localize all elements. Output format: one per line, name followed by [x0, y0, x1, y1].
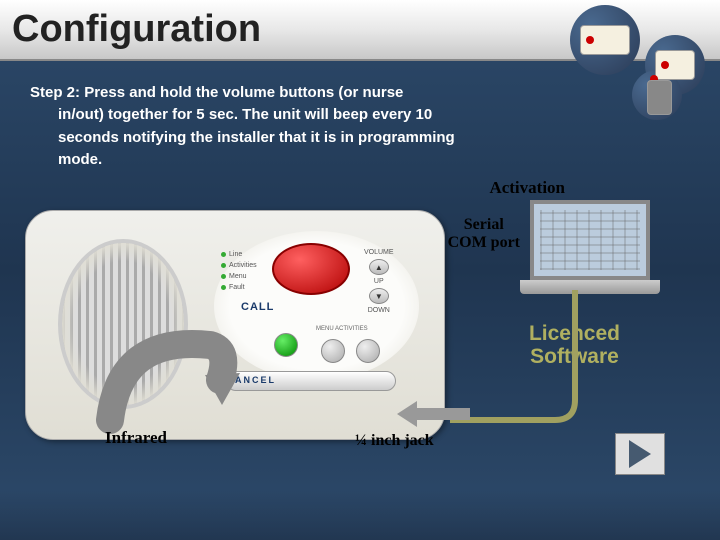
menu-button	[321, 339, 345, 363]
activities-button	[356, 339, 380, 363]
step-body-1: Press and hold the volume buttons (or nu…	[84, 84, 403, 101]
label-infrared: Infrared	[105, 428, 167, 448]
led-menu: Menu	[221, 271, 257, 282]
play-button[interactable]	[615, 433, 665, 475]
thumbnail-device-2	[655, 50, 695, 80]
step-instruction: Step 2: Press and hold the volume button…	[30, 83, 630, 170]
label-quarter-inch-jack: ¼ inch jack	[355, 432, 434, 450]
green-button	[274, 333, 298, 357]
led-indicators: Line Activities Menu Fault	[221, 249, 257, 293]
footer-gradient	[0, 490, 720, 540]
call-button	[272, 243, 350, 295]
volume-up-label: UP	[364, 278, 394, 285]
thumbnail-device-3	[647, 80, 672, 115]
step-body-2: in/out) together for 5 sec. The unit wil…	[30, 105, 630, 125]
label-serial-com-port: Serial COM port	[448, 216, 520, 251]
menu-activities-label: MENU ACTIVITIES	[316, 326, 368, 332]
step-body-4: mode.	[30, 150, 630, 170]
step-body-3: seconds notifying the installer that it …	[30, 128, 630, 148]
jack-arrow-icon	[395, 395, 475, 435]
volume-down-label: DOWN	[364, 307, 394, 314]
led-fault: Fault	[221, 282, 257, 293]
volume-up-button: ▲	[369, 259, 389, 275]
led-activities: Activities	[221, 260, 257, 271]
call-label: CALL	[241, 301, 274, 313]
thumbnail-device-1	[580, 25, 630, 55]
volume-title: VOLUME	[364, 249, 394, 256]
label-activation: Activation	[489, 178, 565, 198]
led-line: Line	[221, 249, 257, 260]
device-thumbnails	[560, 0, 710, 100]
volume-down-button: ▼	[369, 288, 389, 304]
step-number: Step 2:	[30, 84, 80, 101]
volume-section: VOLUME ▲ UP ▼ DOWN	[364, 249, 394, 314]
play-icon	[629, 440, 651, 468]
infrared-arrow-icon	[90, 325, 260, 435]
